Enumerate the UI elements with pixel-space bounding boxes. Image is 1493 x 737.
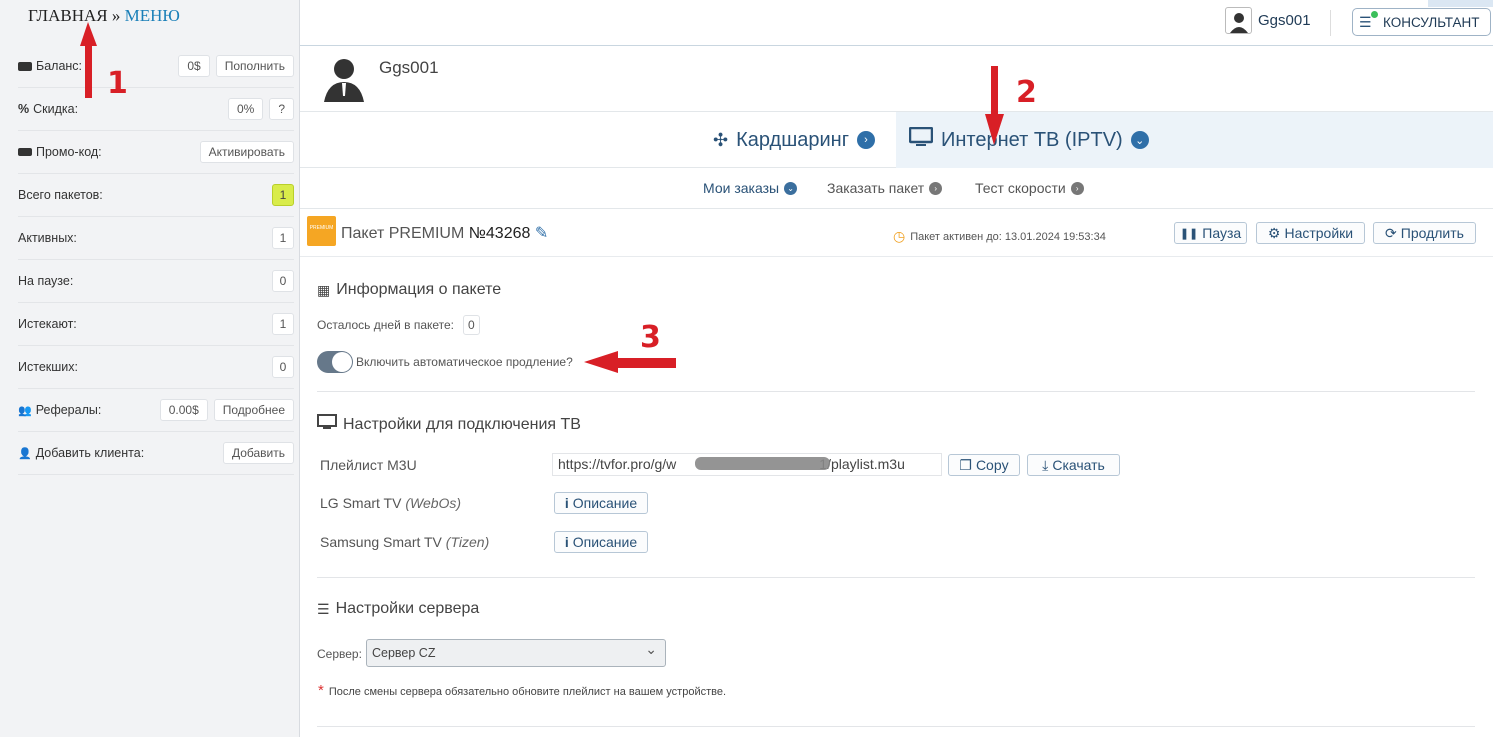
annotation-label-1: 1	[107, 66, 128, 101]
annotation-label-2: 2	[1016, 75, 1037, 110]
arrow-down-2	[985, 66, 1004, 145]
annotation-overlay	[80, 22, 1004, 373]
arrow-left-3	[584, 351, 676, 373]
arrow-up-1	[80, 22, 97, 98]
annotation-label-3: 3	[640, 320, 661, 355]
